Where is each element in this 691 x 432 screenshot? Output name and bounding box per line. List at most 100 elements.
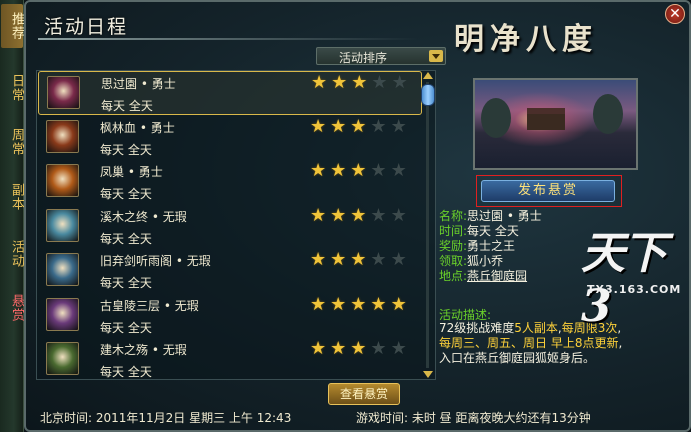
detail-key: 时间: <box>439 224 468 238</box>
detail-key: 领取: <box>439 254 468 268</box>
difficulty-rating: ★ ★ ★ ★ ★ <box>310 162 407 180</box>
star-icon: ★ <box>330 160 347 181</box>
activity-row[interactable]: 古皇陵三层 • 无瑕 每天 全天 ★ ★ ★ ★ ★ <box>38 294 422 338</box>
star-icon: ★ <box>310 293 327 315</box>
activity-row[interactable]: 凤巢 • 勇士 每天 全天 ★ ★ ★ ★ ★ <box>38 160 422 204</box>
scroll-track[interactable] <box>426 82 429 368</box>
detail-key: 地点: <box>439 269 468 283</box>
star-icon: ★ <box>311 72 328 93</box>
game-logo: 天下3 TX3.163.COM <box>581 217 691 332</box>
activity-list: 思过園 • 勇士 每天 全天 ★ ★ ★ ★ ★ 枫林血 • 勇士 每天 全天 ★ ★ ★ ★ ★ 凤巢 •… <box>36 70 436 380</box>
activity-icon <box>46 297 79 331</box>
star-icon: ★ <box>310 204 327 226</box>
star-icon: ★ <box>390 249 407 270</box>
activity-icon <box>46 119 79 153</box>
activity-name: 凤巢 • 勇士 <box>100 165 163 179</box>
detail-value: 狐小乔 <box>467 254 504 268</box>
tree-shape <box>481 98 511 138</box>
star-icon: ★ <box>330 249 347 270</box>
activity-time: 每天 全天 <box>100 187 152 201</box>
activity-name: 旧弃剑听雨阁 • 无瑕 <box>100 254 211 268</box>
activity-row[interactable]: 旧弃剑听雨阁 • 无瑕 每天 全天 ★ ★ ★ ★ ★ <box>38 249 422 293</box>
activity-name: 古皇陵三层 • 无瑕 <box>100 298 199 313</box>
star-icon: ★ <box>390 293 407 315</box>
desc-comma-3: , <box>618 336 623 350</box>
beijing-time: 北京时间: 2011年11月2日 星期三 上午 12:43 <box>40 411 292 425</box>
star-icon: ★ <box>370 160 387 181</box>
title-bar: 活动日程 明净八度 <box>34 8 674 57</box>
difficulty-rating: ★ ★ ★ ★ ★ <box>310 340 407 358</box>
star-icon: ★ <box>371 72 388 93</box>
detail-key: 奖励: <box>439 239 468 253</box>
activity-row[interactable]: 思过園 • 勇士 每天 全天 ★ ★ ★ ★ ★ <box>38 71 422 115</box>
star-icon: ★ <box>350 204 367 226</box>
desc-refresh: 每周三、周五、周日 早上8点更新 <box>439 336 619 350</box>
desc-entrance: 入口在燕丘御庭园狐姬身后。 <box>439 351 596 365</box>
star-icon: ★ <box>390 115 407 137</box>
tab-daily[interactable]: 日常 <box>1 66 24 110</box>
activity-icon <box>47 76 80 109</box>
tab-weekly[interactable]: 周常 <box>1 120 24 164</box>
star-icon: ★ <box>330 293 347 315</box>
star-icon: ★ <box>350 249 367 270</box>
star-icon: ★ <box>330 204 347 226</box>
scroll-down-arrow-icon[interactable] <box>422 370 434 380</box>
view-bounty-button[interactable]: 查看悬赏 <box>328 383 400 405</box>
game-time: 游戏时间: 未时 昼 距离夜晚大约还有13分钟 <box>356 411 591 425</box>
scroll-thumb[interactable] <box>421 84 435 106</box>
star-icon: ★ <box>390 338 407 359</box>
detail-key: 名称: <box>439 209 468 223</box>
logo-url: TX3.163.COM <box>587 283 682 296</box>
difficulty-rating: ★ ★ ★ ★ ★ <box>310 204 407 226</box>
star-icon: ★ <box>390 204 407 226</box>
title-divider <box>38 38 418 40</box>
difficulty-rating: ★ ★ ★ ★ ★ <box>311 74 408 92</box>
close-button[interactable]: ✕ <box>665 4 685 24</box>
star-icon: ★ <box>351 72 368 93</box>
brand-title: 明净八度 <box>454 22 598 57</box>
activity-name: 思过園 • 勇士 <box>101 77 176 91</box>
desc-level: 72级挑战难度 <box>439 321 515 335</box>
activity-icon <box>46 253 79 286</box>
activity-icon <box>46 342 79 375</box>
activity-name: 溪木之终 • 无瑕 <box>100 209 187 224</box>
post-bounty-button[interactable]: 发布悬赏 <box>481 180 615 202</box>
star-icon: ★ <box>310 338 327 359</box>
activity-row[interactable]: 溪木之终 • 无瑕 每天 全天 ★ ★ ★ ★ ★ <box>38 205 422 249</box>
activity-name: 枫林血 • 勇士 <box>100 120 175 135</box>
side-tab-strip: 推荐 日常 周常 副本 活动 悬赏 <box>0 0 24 432</box>
tab-dungeon[interactable]: 副本 <box>1 175 24 219</box>
scroll-up-arrow-icon[interactable] <box>422 70 434 80</box>
difficulty-rating: ★ ★ ★ ★ ★ <box>310 293 407 315</box>
activity-time: 每天 全天 <box>100 142 152 157</box>
activity-row[interactable]: 建木之殇 • 无瑕 每天 全天 ★ ★ ★ ★ ★ <box>38 338 422 379</box>
detail-value: 每天 全天 <box>467 224 519 238</box>
star-icon: ★ <box>310 160 327 181</box>
star-icon: ★ <box>390 160 407 181</box>
detail-value: 思过園 • 勇士 <box>467 209 542 223</box>
sort-dropdown[interactable]: 活动排序 <box>316 47 446 65</box>
star-icon: ★ <box>370 204 387 226</box>
window-title: 活动日程 <box>44 16 129 38</box>
star-icon: ★ <box>370 293 387 315</box>
location-link[interactable]: 燕丘御庭园 <box>467 269 527 283</box>
tab-bounty[interactable]: 悬赏 <box>1 286 24 330</box>
tab-event[interactable]: 活动 <box>1 232 24 276</box>
detail-value: 勇士之王 <box>467 239 516 253</box>
star-icon: ★ <box>350 115 367 137</box>
difficulty-rating: ★ ★ ★ ★ ★ <box>310 251 407 269</box>
star-icon: ★ <box>350 160 367 181</box>
star-icon: ★ <box>370 249 387 270</box>
scrollbar[interactable] <box>420 70 436 380</box>
activity-name: 建木之殇 • 无瑕 <box>100 343 187 357</box>
star-icon: ★ <box>330 115 347 137</box>
star-icon: ★ <box>310 249 327 270</box>
sort-label: 活动排序 <box>339 51 388 65</box>
activity-time: 每天 全天 <box>100 365 152 379</box>
chevron-down-icon[interactable] <box>429 50 443 62</box>
activity-icon <box>46 164 79 197</box>
star-icon: ★ <box>330 338 347 359</box>
activity-row[interactable]: 枫林血 • 勇士 每天 全天 ★ ★ ★ ★ ★ <box>38 116 422 160</box>
desc-party: 5人副本 <box>514 321 558 335</box>
tab-recommended[interactable]: 推荐 <box>1 4 24 48</box>
